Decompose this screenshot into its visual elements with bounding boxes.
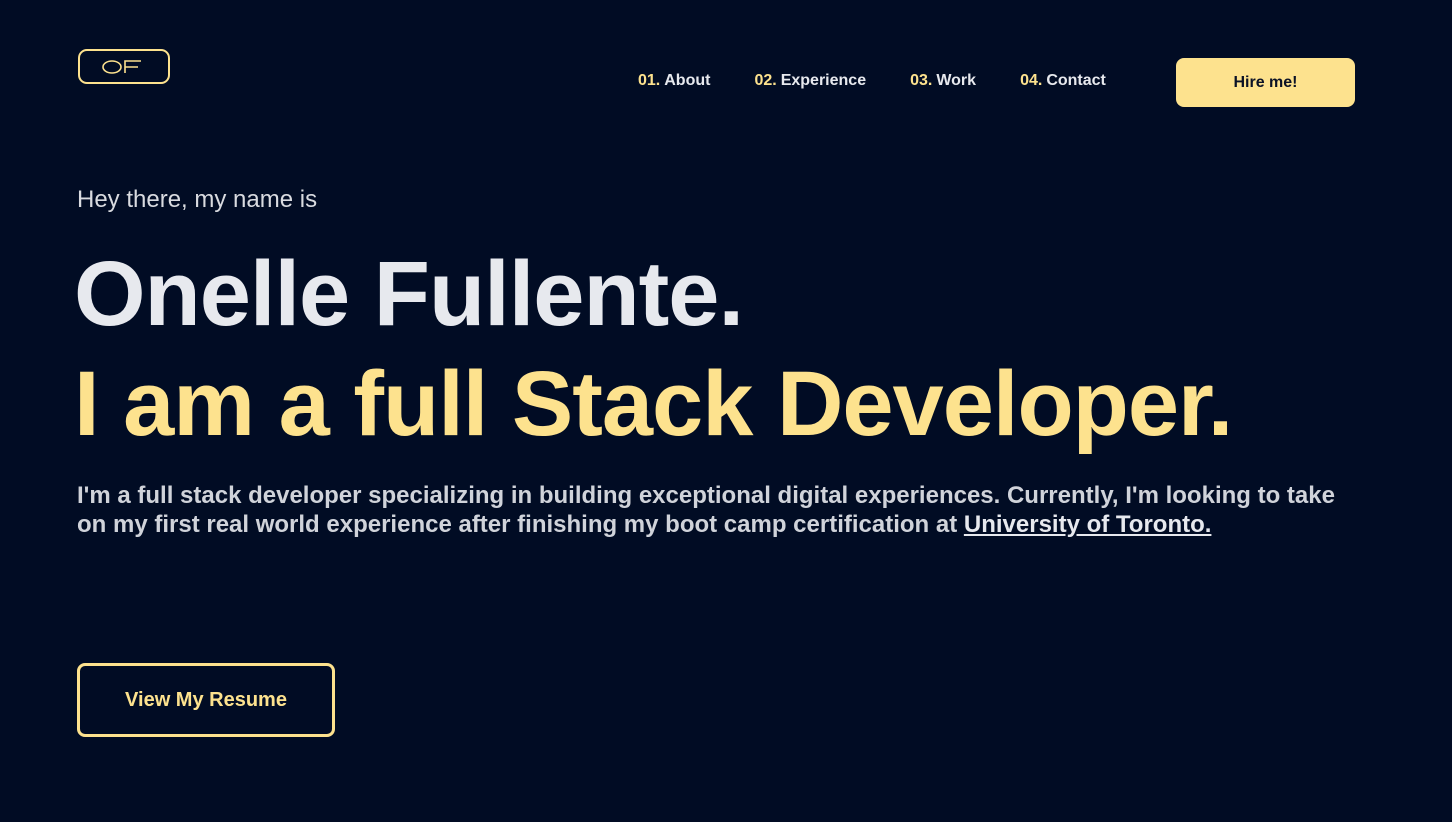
nav-item-experience[interactable]: 02. Experience	[754, 72, 866, 90]
logo-mark-icon	[102, 59, 141, 74]
nav-item-work[interactable]: 03. Work	[910, 72, 976, 90]
nav-item-number: 03.	[910, 72, 933, 89]
portfolio-page: 01. About 02. Experience 03. Work 04. Co…	[0, 0, 1452, 822]
nav-item-label: Contact	[1046, 72, 1106, 89]
nav-item-number: 02.	[754, 72, 777, 89]
main-nav: 01. About 02. Experience 03. Work 04. Co…	[638, 72, 1106, 90]
nav-item-number: 04.	[1020, 72, 1043, 89]
nav-item-about[interactable]: 01. About	[638, 72, 710, 90]
nav-item-label: Work	[936, 72, 977, 89]
hero-role: I am a full Stack Developer.	[74, 353, 1233, 455]
university-link[interactable]: University of Toronto.	[964, 511, 1212, 538]
view-resume-button[interactable]: View My Resume	[77, 663, 335, 737]
nav-item-label: About	[664, 72, 711, 89]
hero-name: Onelle Fullente.	[74, 243, 744, 345]
hire-me-button[interactable]: Hire me!	[1176, 58, 1355, 107]
nav-item-label: Experience	[780, 72, 867, 89]
hero-bio: I'm a full stack developer specializing …	[77, 481, 1367, 539]
nav-item-number: 01.	[638, 72, 661, 89]
logo[interactable]	[78, 49, 170, 84]
hero-greeting: Hey there, my name is	[77, 186, 318, 213]
nav-item-contact[interactable]: 04. Contact	[1020, 72, 1106, 90]
